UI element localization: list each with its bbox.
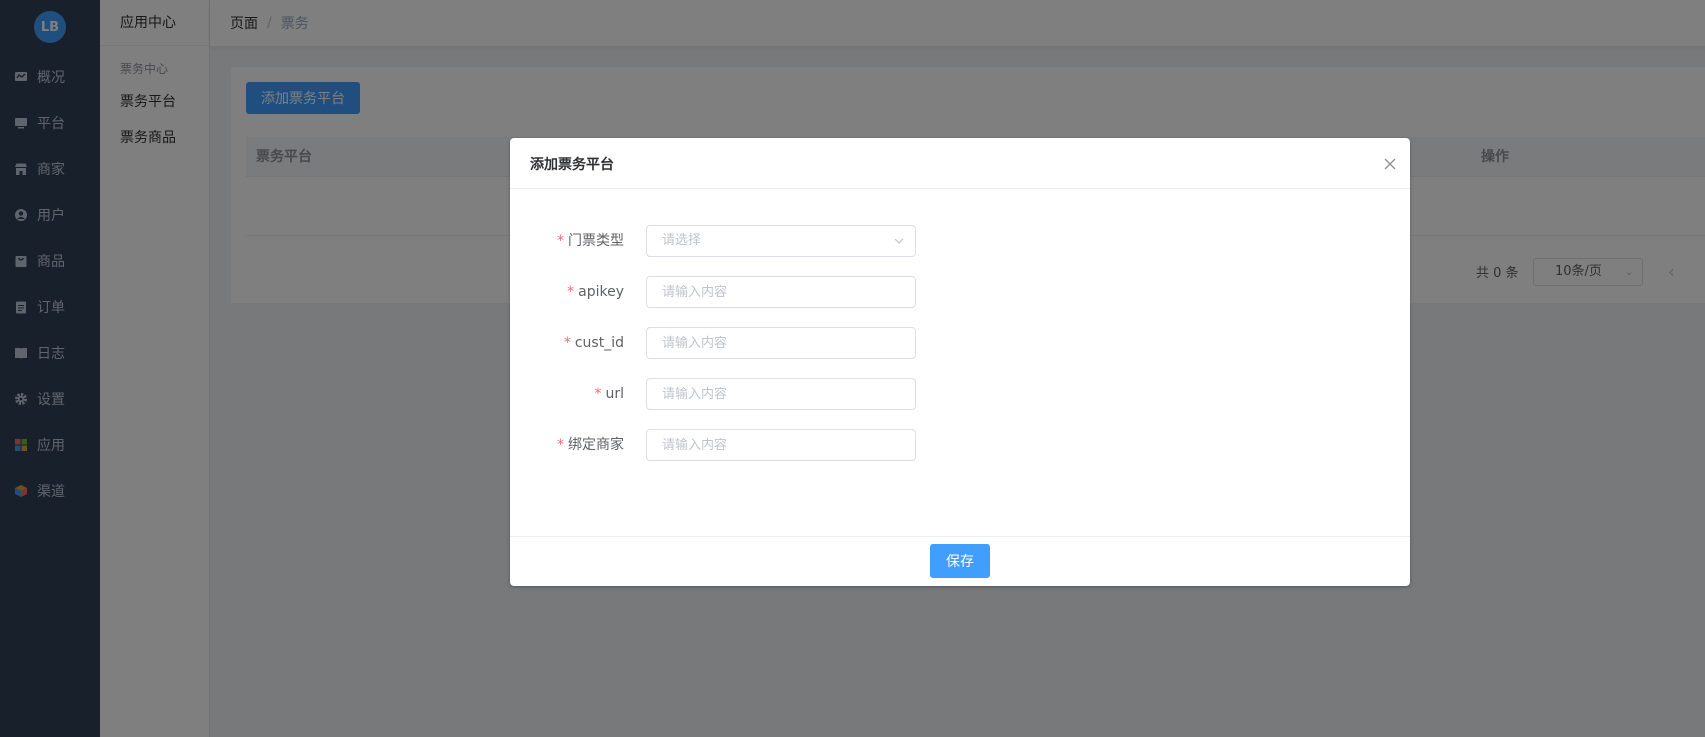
save-button[interactable]: 保存	[930, 544, 990, 578]
form-row-cust-id: * cust_id	[510, 327, 1410, 378]
url-input[interactable]	[646, 378, 916, 410]
dialog-header: 添加票务平台	[510, 138, 1410, 189]
bind-merchant-label: * 绑定商家	[557, 437, 624, 453]
apikey-label: * apikey	[567, 284, 624, 300]
ticket-type-placeholder: 请选择	[662, 233, 702, 248]
cust-id-label: * cust_id	[563, 335, 624, 351]
required-mark: *	[563, 335, 571, 351]
required-mark: *	[557, 437, 564, 453]
apikey-input[interactable]	[646, 276, 916, 308]
form-row-ticket-type: * 门票类型 请选择	[510, 225, 1410, 276]
chevron-down-icon	[893, 226, 905, 256]
required-mark: *	[567, 284, 575, 300]
form-row-bind-merchant: * 绑定商家	[510, 429, 1410, 480]
add-ticket-platform-dialog: 添加票务平台 *门票类型 请选择 *apikey *cust_id *url *…	[510, 138, 1410, 586]
dialog-form: *门票类型 请选择 *apikey *cust_id *url *绑定商家	[510, 225, 1410, 480]
url-label: * url	[594, 386, 624, 402]
ticket-type-label: * 门票类型	[557, 233, 624, 249]
cust-id-input[interactable]	[646, 327, 916, 359]
ticket-type-select[interactable]: 请选择	[646, 225, 916, 257]
dialog-title: 添加票务平台	[530, 157, 614, 173]
form-row-apikey: * apikey	[510, 276, 1410, 327]
bind-merchant-input[interactable]	[646, 429, 916, 461]
required-mark: *	[594, 386, 602, 402]
form-row-url: * url	[510, 378, 1410, 429]
dialog-footer: 保存	[510, 536, 1410, 586]
required-mark: *	[557, 233, 564, 249]
close-icon[interactable]	[1382, 156, 1398, 172]
